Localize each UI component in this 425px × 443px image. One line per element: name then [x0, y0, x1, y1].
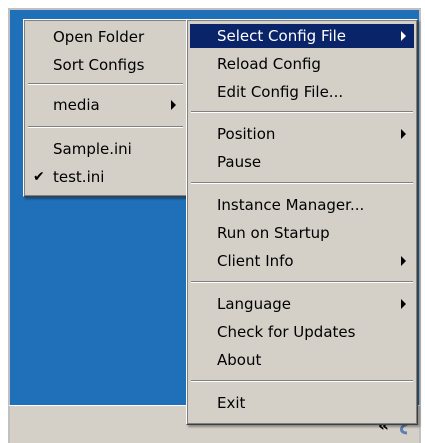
submenu-arrow-icon	[401, 299, 406, 309]
menu-item-test-ini[interactable]: ✔ test.ini	[27, 165, 184, 189]
menu-separator	[191, 380, 413, 382]
menu-item-media[interactable]: media	[27, 93, 184, 117]
menu-item-label: Exit	[217, 394, 246, 412]
menu-item-language[interactable]: Language	[190, 292, 414, 316]
menu-item-label: Check for Updates	[217, 323, 356, 341]
menu-item-sample-ini[interactable]: Sample.ini	[27, 137, 184, 161]
menu-item-label: Run on Startup	[217, 224, 330, 242]
menu-item-label: media	[53, 96, 100, 114]
menu-item-label: Instance Manager...	[217, 196, 365, 214]
menu-item-exit[interactable]: Exit	[190, 391, 414, 415]
menu-item-label: About	[217, 351, 262, 369]
menu-item-label: Edit Config File...	[217, 83, 344, 101]
menu-item-instance-manager[interactable]: Instance Manager...	[190, 193, 414, 217]
menu-separator	[28, 83, 183, 85]
menu-item-sort-configs[interactable]: Sort Configs	[27, 53, 184, 77]
menu-separator	[191, 281, 413, 283]
menu-item-check-for-updates[interactable]: Check for Updates	[190, 320, 414, 344]
menu-item-label: Open Folder	[53, 28, 145, 46]
menu-item-label: Sample.ini	[53, 140, 132, 158]
menu-item-run-on-startup[interactable]: Run on Startup	[190, 221, 414, 245]
menu-item-reload-config[interactable]: Reload Config	[190, 52, 414, 76]
menu-item-open-folder[interactable]: Open Folder	[27, 25, 184, 49]
menu-item-label: Select Config File	[217, 27, 347, 45]
submenu-arrow-icon	[171, 100, 176, 110]
submenu-arrow-icon	[401, 129, 406, 139]
menu-item-edit-config-file[interactable]: Edit Config File...	[190, 80, 414, 104]
menu-item-about[interactable]: About	[190, 348, 414, 372]
menu-item-label: test.ini	[53, 168, 105, 186]
menu-separator	[191, 111, 413, 113]
menu-item-label: Pause	[217, 153, 262, 171]
check-icon: ✔	[33, 169, 45, 185]
menu-item-label: Position	[217, 125, 276, 143]
context-menu: Select Config File Reload Config Edit Co…	[186, 19, 418, 425]
menu-item-label: Language	[217, 295, 292, 313]
submenu-arrow-icon	[401, 31, 406, 41]
menu-item-select-config-file[interactable]: Select Config File	[190, 24, 414, 48]
menu-item-client-info[interactable]: Client Info	[190, 249, 414, 273]
config-submenu: Open Folder Sort Configs media Sample.in…	[23, 19, 188, 197]
menu-item-position[interactable]: Position	[190, 122, 414, 146]
submenu-arrow-icon	[401, 256, 406, 266]
menu-separator	[191, 182, 413, 184]
menu-item-label: Client Info	[217, 252, 294, 270]
menu-item-pause[interactable]: Pause	[190, 150, 414, 174]
menu-separator	[28, 126, 183, 128]
menu-item-label: Sort Configs	[53, 56, 145, 74]
menu-item-label: Reload Config	[217, 55, 321, 73]
